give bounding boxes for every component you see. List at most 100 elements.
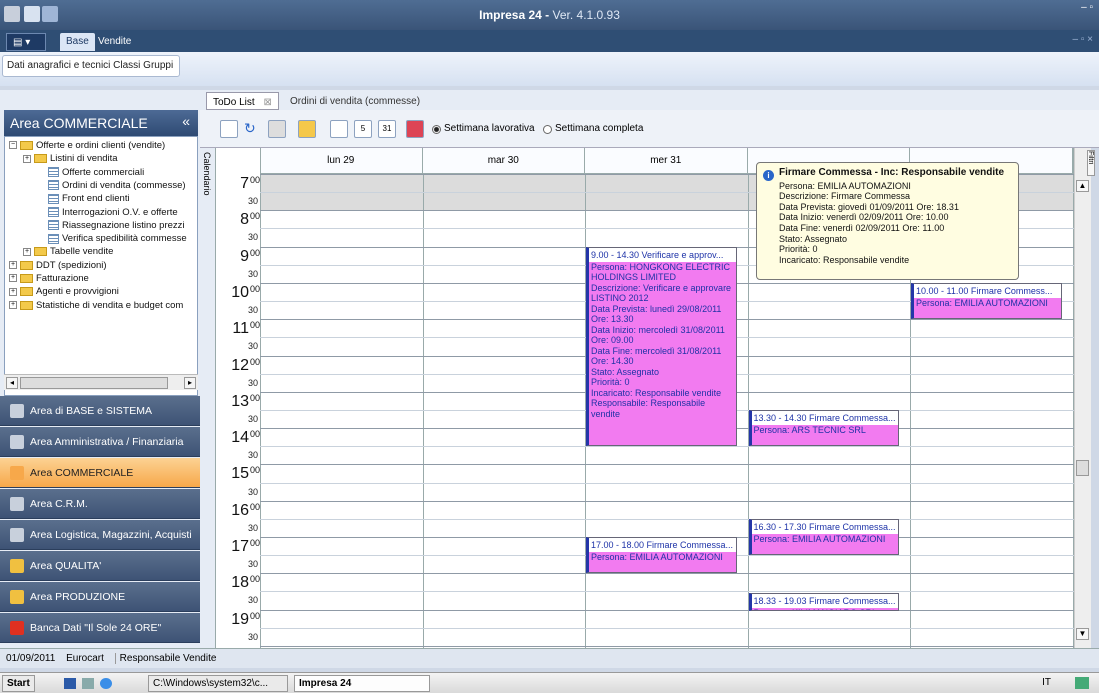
calendar-side-tab[interactable]: Calendario [200,148,216,648]
appointment-details: Persona: HONGKONG ELECTRIC HOLDINGS LIMI… [589,261,736,446]
taskbar-impresa24[interactable]: Impresa 24 [294,675,430,692]
taskbar-cmd[interactable]: C:\Windows\system32\c... [148,675,288,692]
tab-ordini-vendita[interactable]: Ordini di vendita (commesse) [284,92,426,110]
tab-base[interactable]: Base [60,33,95,51]
hour-number: 18 [231,574,249,592]
sidebar-area-item[interactable]: Area di BASE e SISTEMA [0,396,200,426]
tree-item[interactable]: Ordini di vendita (commesse) [37,179,186,192]
appointment[interactable]: 10.00 - 11.00 Firmare Commess... Persona:… [911,282,1062,320]
tree-item[interactable]: + DDT (spedizioni) [9,259,107,272]
filter-tab[interactable]: Filtri [1087,150,1095,176]
hour-number: 10 [231,283,249,301]
scroll-left-icon[interactable]: ◂ [6,377,18,389]
ribbon-group-anagrafici[interactable]: Dati anagrafici e tecnici Classi Gruppi [2,55,180,77]
hour-label: 700 [216,175,260,193]
day-header[interactable]: lun 29 [260,148,423,174]
tab-todo-label: ToDo List [213,97,255,108]
tab-todo-list[interactable]: ToDo List ⊠ [206,92,279,110]
tree-item[interactable]: + Fatturazione [9,272,89,285]
ribbon-window-controls[interactable]: – ▫ × [1072,34,1093,45]
appointment-details: Persona: KILIMANGIARO SRL [751,608,898,611]
appointment[interactable]: 17.00 - 18.00 Firmare Commessa... Persona… [586,537,737,574]
minimize-icon[interactable]: – ▫ [1081,2,1093,13]
sidebar-area-label: Area di BASE e SISTEMA [30,405,152,417]
hour-minutes: 00 [249,574,260,585]
tree-item[interactable]: + Agenti e provvigioni [9,285,119,298]
folder-icon [34,247,47,257]
scroll-right-icon[interactable]: ▸ [184,377,196,389]
tree-item[interactable]: + Statistiche di vendita e budget com [9,299,183,312]
radio-settimana-lavorativa[interactable] [432,125,441,134]
sidebar-area-item[interactable]: Area Amministrativa / Finanziaria [0,427,200,457]
tree-item[interactable]: − Offerte e ordini clienti (vendite) [9,139,165,152]
tree-item[interactable]: + Listini di vendita [23,152,118,165]
start-button[interactable]: Start [2,675,35,692]
expander-icon[interactable]: − [9,141,17,150]
scroll-down-icon[interactable]: ▼ [1076,628,1089,640]
week-view-icon[interactable]: 5 [354,120,372,138]
day-header[interactable]: mar 30 [422,148,585,174]
sidebar-area-item[interactable]: Area PRODUZIONE [0,582,200,612]
scroll-thumb[interactable] [20,377,168,389]
day-view-icon[interactable] [330,120,348,138]
scroll-up-icon[interactable]: ▲ [1076,180,1089,192]
appointment[interactable]: 13.30 - 14.30 Firmare Commessa... Persona… [748,409,899,447]
expander-icon[interactable]: + [9,287,17,296]
title-text: Impresa 24 - [479,8,550,22]
tree-item[interactable]: Verifica spedibilità commesse [37,232,187,245]
language-indicator[interactable]: IT [1042,677,1051,688]
sidebar-area-item[interactable]: Area QUALITA' [0,551,200,581]
new-icon[interactable] [220,120,238,138]
collapse-icon[interactable]: « [182,113,190,129]
sidebar-area-item[interactable]: Banca Dati "Il Sole 24 ORE" [0,613,200,643]
tree-item[interactable]: Interrogazioni O.V. e offerte [37,206,178,219]
today-icon[interactable] [298,120,316,138]
table-icon [48,193,59,204]
appointment[interactable]: 9.00 - 14.30 Verificare e approv... Perso… [586,246,737,447]
tooltip-line: Persona: EMILIA AUTOMAZIONI [779,180,911,191]
month-view-icon[interactable]: 31 [378,120,396,138]
tree-item-label: Statistiche di vendita e budget com [36,299,184,311]
hour-label: 1600 [216,502,260,520]
tree-item[interactable]: + Tabelle vendite [23,245,113,258]
tree-horizontal-scrollbar[interactable]: ◂ ▸ [4,374,198,390]
status-bar: 01/09/2011 Eurocart Responsabile Vendite [0,648,1099,668]
sidebar-area-item[interactable]: Area Logistica, Magazzini, Acquisti [0,520,200,550]
expander-icon[interactable]: + [23,247,31,256]
close-tab-icon[interactable]: ⊠ [263,97,271,108]
expander-icon[interactable]: + [23,154,31,163]
sidebar-area-item[interactable]: Area C.R.M. [0,489,200,519]
table-icon [48,220,59,231]
tree-item[interactable]: Offerte commerciali [37,166,144,179]
print-icon[interactable] [268,120,286,138]
tab-vendite[interactable]: Vendite [92,33,137,51]
appointment[interactable]: 16.30 - 17.30 Firmare Commessa... Persona… [748,518,899,556]
expander-icon[interactable]: + [9,261,17,270]
tooltip-line: Data Fine: venerdì 02/09/2011 Ore: 11.00 [779,222,945,233]
sidebar-area-item[interactable]: Area COMMERCIALE [0,458,200,488]
tree-item-label: Verifica spedibilità commesse [62,233,187,245]
tray-icon[interactable] [1075,677,1089,689]
refresh-icon[interactable]: ↻ [244,120,262,138]
app-menu-button[interactable]: ▤ ▾ [6,33,46,51]
sidebar-area-label: Area PRODUZIONE [30,591,126,603]
tree-item-label: Agenti e provvigioni [36,286,119,298]
radio-settimana-completa[interactable] [543,125,552,134]
day-header[interactable]: mer 31 [585,148,748,174]
expander-icon[interactable]: + [9,301,17,310]
expander-icon[interactable]: + [9,274,17,283]
explorer-icon[interactable] [82,678,94,689]
calendar-settings-icon[interactable] [406,120,424,138]
calendar-vertical-scrollbar[interactable]: Filtri ▲ ▼ [1074,148,1095,648]
title-bar: Impresa 24 - Ver. 4.1.0.93 – ▫ [0,0,1099,30]
tree-item[interactable]: Front end clienti [37,192,130,205]
desktop-icon[interactable] [64,678,76,689]
hour-line [260,573,1074,575]
label-settimana-completa: Settimana completa [555,123,644,134]
table-icon [48,180,59,191]
tree-item[interactable]: Riassegnazione listino prezzi [37,219,185,232]
folder-icon [20,273,33,283]
appointment[interactable]: 18.33 - 19.03 Firmare Commessa...Persona… [748,593,899,612]
vertical-scroll-thumb[interactable] [1076,460,1089,476]
ie-icon[interactable] [100,678,112,689]
